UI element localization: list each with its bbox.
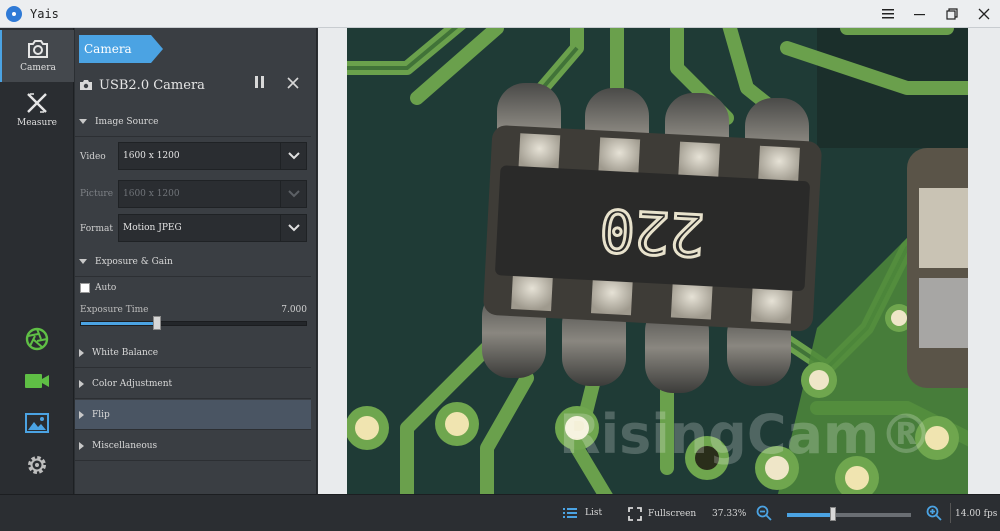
- restore-icon: [946, 8, 958, 20]
- picture-resolution-select: 1600 x 1200: [118, 180, 307, 208]
- nav-camera[interactable]: Camera: [0, 30, 74, 82]
- status-bar: List Fullscreen 37.33% 14.00 fps: [0, 494, 1000, 531]
- image-icon: [25, 413, 49, 433]
- chevron-right-icon: [79, 348, 84, 357]
- list-label: List: [585, 508, 603, 518]
- picture-label: Picture: [80, 189, 114, 199]
- fullscreen-button[interactable]: Fullscreen: [628, 507, 696, 521]
- list-icon: [563, 508, 577, 518]
- section-label: Image Source: [95, 116, 159, 127]
- fullscreen-label: Fullscreen: [648, 509, 697, 519]
- left-icon-bar: Camera Measure: [0, 28, 74, 494]
- measure-icon: [27, 93, 47, 113]
- exposure-slider-fill: [81, 322, 159, 325]
- aperture-icon: [25, 327, 49, 351]
- app-logo-icon: [6, 5, 22, 22]
- pause-button[interactable]: [251, 76, 269, 94]
- format-value: Motion JPEG: [123, 223, 182, 233]
- zoom-in-button[interactable]: [926, 505, 942, 524]
- picture-resolution-value: 1600 x 1200: [123, 189, 180, 199]
- section-label: Flip: [92, 409, 110, 420]
- settings-button[interactable]: [22, 450, 52, 480]
- menu-button[interactable]: [872, 0, 904, 28]
- section-color-adjustment[interactable]: Color Adjustment: [75, 369, 311, 399]
- video-resolution-value: 1600 x 1200: [123, 151, 180, 161]
- section-flip[interactable]: Flip: [75, 400, 311, 430]
- auto-exposure-label: Auto: [95, 283, 117, 293]
- section-white-balance[interactable]: White Balance: [75, 338, 311, 368]
- aperture-button[interactable]: [22, 324, 52, 354]
- zoom-slider-thumb[interactable]: [829, 507, 836, 521]
- chevron-right-icon: [79, 379, 84, 388]
- minimize-icon: [914, 14, 925, 16]
- pcb-image: 220 RisingCam®: [347, 28, 968, 494]
- chevron-down-icon: [280, 215, 306, 241]
- section-label: Exposure & Gain: [95, 256, 173, 267]
- live-microscope-image[interactable]: 220 RisingCam®: [347, 28, 968, 494]
- section-image-source[interactable]: Image Source: [75, 107, 311, 137]
- zoom-out-button[interactable]: [756, 505, 772, 524]
- section-label: White Balance: [92, 347, 159, 358]
- section-label: Miscellaneous: [92, 440, 158, 451]
- close-icon: [287, 77, 299, 89]
- chevron-right-icon: [79, 410, 84, 419]
- camera-panel: Camera USB2.0 Camera Image Source Video …: [75, 28, 317, 494]
- tab-camera[interactable]: Camera: [79, 35, 163, 63]
- exposure-time-slider[interactable]: [80, 321, 307, 326]
- section-label: Color Adjustment: [92, 378, 173, 389]
- exposure-time-label: Exposure Time: [80, 305, 149, 315]
- title-bar: Yais: [0, 0, 1000, 28]
- chevron-right-icon: [79, 441, 84, 450]
- fullscreen-icon: [628, 507, 642, 521]
- hamburger-icon: [882, 9, 894, 19]
- camera-header: USB2.0 Camera: [79, 72, 311, 98]
- camera-icon: [28, 40, 48, 58]
- zoom-percentage: 37.33%: [712, 509, 747, 519]
- settings-icon: [28, 456, 46, 474]
- nav-measure-label: Measure: [17, 118, 57, 128]
- component-marking: 220: [598, 196, 706, 269]
- divider: [950, 503, 951, 523]
- format-label: Format: [80, 224, 113, 234]
- frame-rate: 14.00 fps: [955, 509, 998, 519]
- close-camera-button[interactable]: [283, 74, 303, 94]
- nav-measure[interactable]: Measure: [0, 84, 74, 136]
- list-button[interactable]: List: [563, 507, 602, 519]
- pause-icon: [255, 76, 264, 88]
- video-resolution-select[interactable]: 1600 x 1200: [118, 142, 307, 170]
- chevron-down-icon: [280, 143, 306, 169]
- camera-small-icon: [80, 80, 92, 90]
- window-title: Yais: [30, 6, 59, 21]
- chevron-down-icon: [280, 181, 306, 207]
- zoom-out-icon: [756, 505, 772, 521]
- gallery-button[interactable]: [22, 408, 52, 438]
- watermark-text: RisingCam®: [559, 403, 933, 466]
- restore-button[interactable]: [936, 0, 968, 28]
- exposure-slider-thumb[interactable]: [153, 316, 162, 330]
- format-select[interactable]: Motion JPEG: [118, 214, 307, 242]
- close-icon: [978, 8, 990, 20]
- chevron-down-icon: [79, 259, 87, 264]
- auto-exposure-checkbox[interactable]: [80, 283, 90, 293]
- close-window-button[interactable]: [968, 0, 1000, 28]
- video-icon: [25, 374, 49, 388]
- camera-name: USB2.0 Camera: [99, 77, 205, 93]
- section-miscellaneous[interactable]: Miscellaneous: [75, 431, 311, 461]
- video-label: Video: [80, 152, 106, 162]
- exposure-time-value: 7.000: [281, 305, 307, 315]
- zoom-in-icon: [926, 505, 942, 521]
- image-viewport[interactable]: 220 RisingCam®: [318, 28, 1000, 494]
- nav-camera-label: Camera: [20, 63, 56, 73]
- minimize-button[interactable]: [904, 0, 936, 28]
- zoom-slider[interactable]: [787, 513, 911, 517]
- record-video-button[interactable]: [22, 366, 52, 396]
- section-exposure-gain[interactable]: Exposure & Gain: [75, 247, 311, 277]
- app-window: Yais Camera Measure Camera USB2.0 Camera…: [0, 0, 1000, 531]
- chevron-down-icon: [79, 119, 87, 124]
- zoom-slider-fill: [787, 513, 833, 517]
